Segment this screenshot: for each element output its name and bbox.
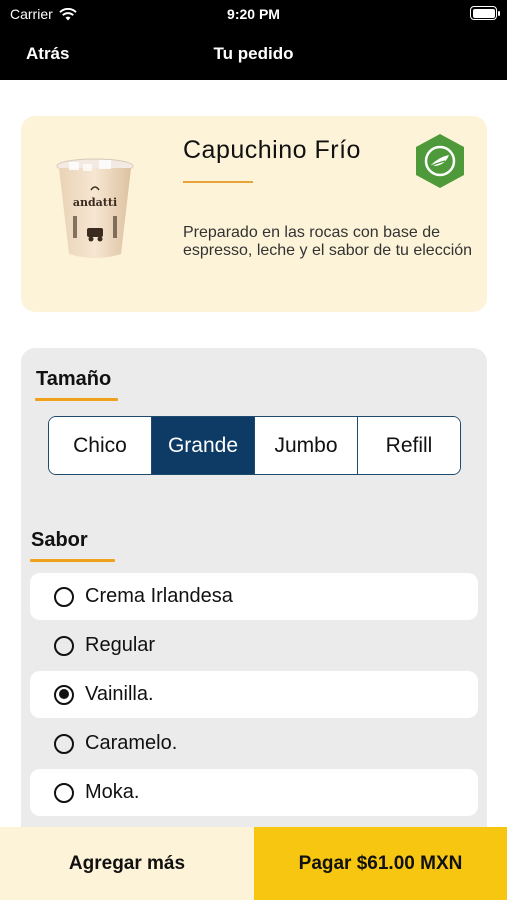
flavor-option-caramelo[interactable]: Caramelo.	[30, 720, 478, 767]
flavor-label: Caramelo.	[85, 732, 178, 754]
flavor-label: Regular	[85, 634, 156, 656]
add-more-button[interactable]: Agregar más	[0, 827, 254, 900]
size-title-underline	[35, 398, 118, 401]
radio-unchecked-icon[interactable]	[54, 733, 74, 754]
back-button[interactable]: Atrás	[26, 44, 69, 64]
size-selector: Chico Grande Jumbo Refill	[48, 416, 461, 475]
flavor-option-vainilla[interactable]: Vainilla.	[30, 671, 478, 718]
product-description: Preparado en las rocas con base de espre…	[183, 224, 473, 259]
leaf-badge-icon	[416, 134, 464, 188]
flavor-label: Crema Irlandesa	[85, 585, 233, 607]
flavor-option-crema-irlandesa[interactable]: Crema Irlandesa	[30, 573, 478, 620]
flavor-section-title: Sabor	[31, 529, 88, 551]
status-time: 9:20 PM	[227, 6, 280, 22]
battery-icon	[470, 6, 500, 20]
size-option-chico[interactable]: Chico	[49, 417, 152, 474]
size-option-jumbo[interactable]: Jumbo	[255, 417, 358, 474]
flavor-option-moka[interactable]: Moka.	[30, 769, 478, 816]
product-card: andatti Capuchino Frío Preparado en las …	[21, 116, 487, 312]
radio-unchecked-icon[interactable]	[54, 782, 74, 803]
product-name-underline	[183, 181, 253, 183]
product-image: andatti	[56, 158, 134, 258]
product-name: Capuchino Frío	[183, 136, 361, 164]
flavor-option-regular[interactable]: Regular	[30, 622, 478, 669]
size-option-grande[interactable]: Grande	[152, 417, 255, 474]
bottom-action-bar: Agregar más Pagar $61.00 MXN	[0, 827, 507, 900]
status-bar: Carrier 9:20 PM	[0, 0, 507, 28]
pay-button[interactable]: Pagar $61.00 MXN	[254, 827, 507, 900]
nav-title: Tu pedido	[213, 44, 294, 63]
nav-bar: Atrás Tu pedido	[0, 28, 507, 80]
flavor-list: Crema Irlandesa Regular Vainilla. Carame…	[30, 573, 478, 818]
cup-brand-label: andatti	[73, 196, 117, 209]
flavor-title-underline	[30, 559, 115, 562]
radio-unchecked-icon[interactable]	[54, 586, 74, 607]
size-section-title: Tamaño	[36, 368, 112, 390]
radio-unchecked-icon[interactable]	[54, 635, 74, 656]
order-screen: Carrier 9:20 PM Atrás Tu pedido andatti …	[0, 0, 507, 900]
size-option-refill[interactable]: Refill	[358, 417, 460, 474]
options-panel: Tamaño Chico Grande Jumbo Refill Sabor C…	[21, 348, 487, 900]
radio-checked-icon[interactable]	[54, 684, 74, 705]
flavor-label: Moka.	[85, 781, 140, 803]
flavor-label: Vainilla.	[85, 683, 154, 705]
